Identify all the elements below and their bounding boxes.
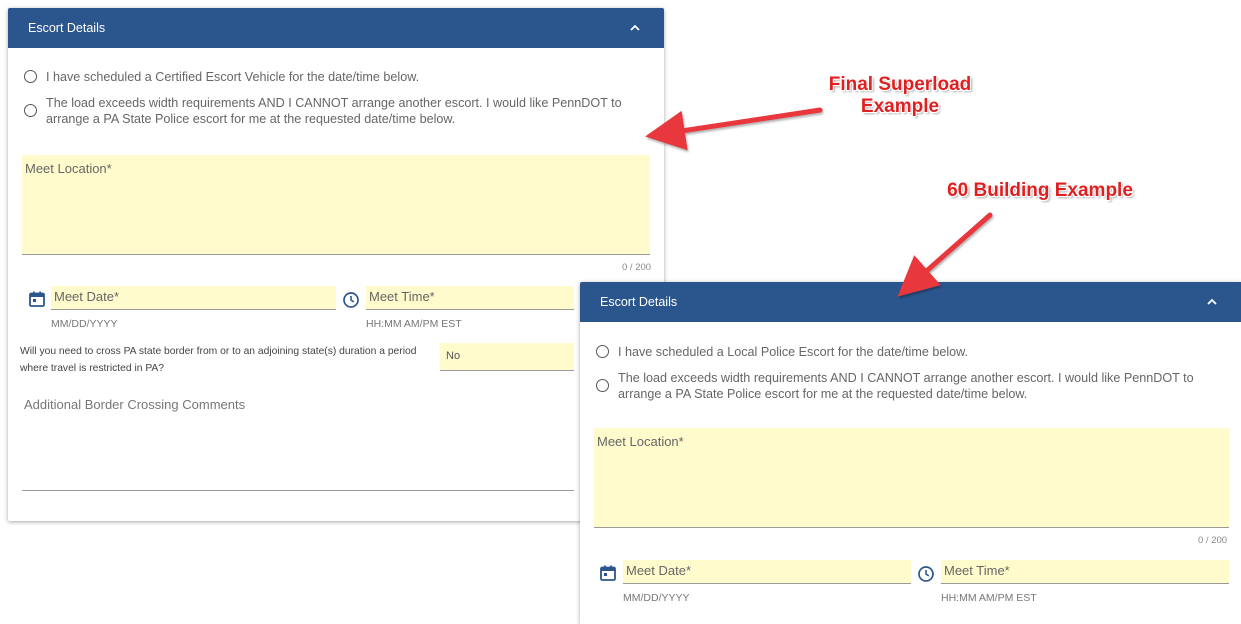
panel-header[interactable]: Escort Details	[580, 282, 1241, 322]
border-crossing-value: No	[446, 350, 461, 362]
character-counter: 0 / 200	[1198, 535, 1228, 546]
panel-header[interactable]: Escort Details	[8, 8, 664, 48]
meet-location-label: Meet Location*	[597, 434, 684, 449]
additional-comments-textarea[interactable]	[22, 490, 574, 491]
meet-time-hint: HH:MM AM/PM EST	[366, 318, 462, 330]
meet-date-label: Meet Date*	[54, 289, 120, 304]
annotation-line: Final Superload	[828, 74, 972, 95]
radio-label: The load exceeds width requirements AND …	[618, 371, 1194, 401]
escort-details-panel-superload: Escort Details I have scheduled a Certif…	[8, 8, 664, 521]
radio-option-local-police-escort[interactable]: I have scheduled a Local Police Escort f…	[596, 344, 1231, 360]
chevron-up-icon[interactable]	[628, 21, 642, 35]
calendar-icon[interactable]	[599, 564, 617, 582]
border-crossing-question: Will you need to cross PA state border f…	[20, 346, 417, 374]
meet-date-hint: MM/DD/YYYY	[51, 318, 118, 330]
meet-time-label: Meet Time*	[944, 563, 1010, 578]
meet-date-label: Meet Date*	[626, 563, 692, 578]
radio-option-certified-escort[interactable]: I have scheduled a Certified Escort Vehi…	[24, 69, 654, 85]
meet-location-label: Meet Location*	[25, 161, 112, 176]
meet-date-input[interactable]: Meet Date*	[623, 560, 911, 584]
meet-time-input[interactable]: Meet Time*	[366, 286, 574, 310]
radio-label: I have scheduled a Local Police Escort f…	[618, 345, 969, 359]
border-crossing-select[interactable]: No	[440, 343, 574, 371]
radio-button[interactable]	[596, 379, 609, 392]
annotation-line: Example	[860, 96, 940, 117]
arrow-to-60-building-panel	[897, 212, 993, 297]
radio-label: I have scheduled a Certified Escort Vehi…	[46, 70, 420, 84]
meet-time-hint: HH:MM AM/PM EST	[941, 592, 1037, 604]
character-counter: 0 / 200	[622, 262, 652, 273]
radio-option-state-police-escort[interactable]: The load exceeds width requirements AND …	[24, 95, 652, 127]
chevron-up-icon[interactable]	[1205, 295, 1219, 309]
radio-button[interactable]	[24, 104, 37, 117]
radio-button[interactable]	[24, 70, 37, 83]
escort-details-panel-60-building: Escort Details I have scheduled a Local …	[580, 282, 1241, 624]
calendar-icon[interactable]	[28, 290, 46, 308]
clock-icon[interactable]	[342, 291, 360, 309]
annotation-60-building: 60 Building Example	[947, 180, 1133, 201]
additional-comments-label: Additional Border Crossing Comments	[24, 397, 246, 412]
clock-icon[interactable]	[917, 565, 935, 583]
annotation-final-superload: Final Superload Example	[780, 74, 1020, 118]
meet-date-input[interactable]: Meet Date*	[51, 286, 336, 310]
radio-button[interactable]	[596, 345, 609, 358]
meet-location-textarea[interactable]: Meet Location*	[22, 155, 650, 255]
meet-time-input[interactable]: Meet Time*	[941, 560, 1229, 584]
radio-option-state-police-escort[interactable]: The load exceeds width requirements AND …	[596, 370, 1229, 402]
meet-time-label: Meet Time*	[369, 289, 435, 304]
panel-title: Escort Details	[600, 295, 678, 309]
radio-label: The load exceeds width requirements AND …	[46, 96, 622, 126]
meet-date-hint: MM/DD/YYYY	[623, 592, 690, 604]
meet-location-textarea[interactable]: Meet Location*	[594, 428, 1229, 528]
panel-title: Escort Details	[28, 21, 106, 35]
